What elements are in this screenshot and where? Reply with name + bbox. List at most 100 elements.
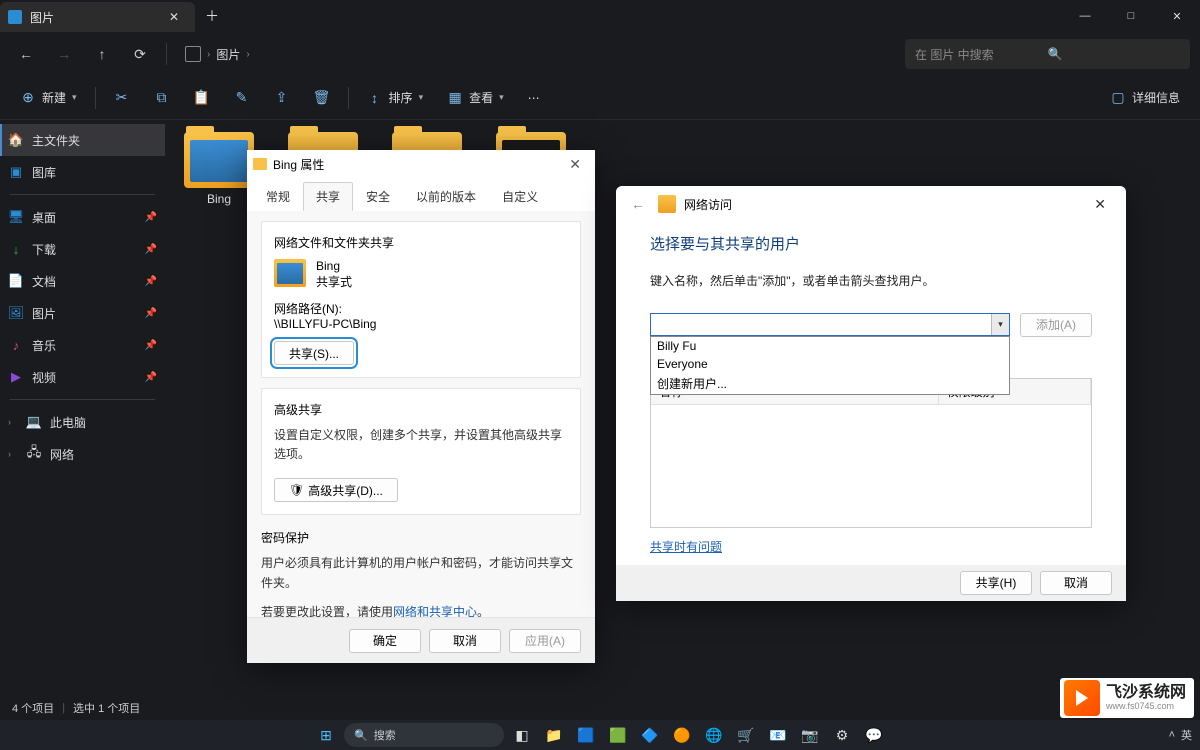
paste-button[interactable]: 📋 [184,82,220,114]
maximize-button[interactable]: □ [1108,0,1154,32]
taskbar-app[interactable]: 🌐 [700,722,728,748]
taskbar-app[interactable]: 🟦 [572,722,600,748]
windows-icon: ⊞ [320,727,332,744]
address-bar[interactable]: › 图片 › [177,46,899,63]
item-count: 4 个项目 [12,700,54,716]
sidebar-item-gallery[interactable]: ▣图库 [0,156,165,188]
back-button[interactable]: ← [10,38,42,70]
dropdown-option[interactable]: Billy Fu [651,337,1009,355]
cancel-button[interactable]: 取消 [429,629,501,653]
share-icon: ⇪ [274,90,290,106]
advanced-share-button[interactable]: 🛡高级共享(D)... [274,478,398,502]
dialog-breadcrumb: 网络访问 [684,196,732,213]
pin-icon: 📌 [145,244,157,255]
sidebar-item-pictures[interactable]: 🖼图片📌 [0,297,165,329]
sidebar-item-music[interactable]: ♪音乐📌 [0,329,165,361]
permission-list[interactable]: 名称 权限级别 [650,378,1092,528]
dropdown-list: Billy Fu Everyone 创建新用户... [650,336,1010,395]
window-tab[interactable]: 图片 ✕ [0,2,195,32]
chevron-right-icon: › [207,49,210,60]
window-close-button[interactable]: ✕ [1154,0,1200,32]
taskbar-app[interactable]: 📧 [764,722,792,748]
tray-chevron-icon[interactable]: ˄ [1169,729,1175,741]
user-input[interactable] [650,313,1010,336]
sort-button[interactable]: ↕ 排序 ▾ [357,82,434,114]
trash-icon: 🗑 [314,90,330,106]
taskbar-app[interactable]: 🟠 [668,722,696,748]
gallery-icon: ▣ [8,164,24,180]
folder-name-label: Bing [316,259,352,273]
sidebar-item-network[interactable]: ›🖧网络 [0,438,165,470]
tab-title: 图片 [30,9,163,26]
trouble-link[interactable]: 共享时有问题 [650,540,722,554]
share-button[interactable]: ⇪ [264,82,300,114]
network-icon: 🖧 [26,446,42,462]
advanced-desc: 设置自定义权限，创建多个共享，并设置其他高级共享选项。 [274,426,568,464]
sidebar-item-thispc[interactable]: ›💻此电脑 [0,406,165,438]
rename-button[interactable]: ✎ [224,82,260,114]
minimize-button[interactable]: — [1062,0,1108,32]
new-tab-button[interactable]: ＋ [195,2,229,30]
tab-previous[interactable]: 以前的版本 [403,182,489,211]
desktop-icon: 🖥 [8,209,24,225]
videos-icon: ▶ [8,369,24,385]
dialog-titlebar[interactable]: Bing 属性 ✕ [247,150,595,178]
delete-button[interactable]: 🗑 [304,82,340,114]
search-input[interactable]: 在 图片 中搜索 🔍 [905,39,1190,69]
network-center-link[interactable]: 网络和共享中心 [393,605,477,617]
taskbar-search[interactable]: 🔍搜索 [344,723,504,747]
view-button[interactable]: ▦ 查看 ▾ [437,82,514,114]
tab-security[interactable]: 安全 [353,182,403,211]
dialog-close-button[interactable]: ✕ [561,154,589,175]
taskbar-app[interactable]: 💬 [860,722,888,748]
sidebar-item-home[interactable]: 🏠主文件夹 [0,124,165,156]
sidebar-item-desktop[interactable]: 🖥桌面📌 [0,201,165,233]
watermark: 飞沙系统网 www.fs0745.com [1060,678,1194,718]
share-confirm-button[interactable]: 共享(H) [960,571,1032,595]
dialog-close-button[interactable]: ✕ [1084,192,1116,217]
start-button[interactable]: ⊞ [312,722,340,748]
task-view-button[interactable]: ◧ [508,722,536,748]
user-combobox[interactable]: ▾ Billy Fu Everyone 创建新用户... [650,313,1010,337]
dropdown-option[interactable]: 创建新用户... [651,373,1009,394]
up-button[interactable]: ↑ [86,38,118,70]
copy-button[interactable]: ⧉ [144,82,180,114]
tab-general[interactable]: 常规 [253,182,303,211]
nav-toolbar: ← → ↑ ⟳ › 图片 › 在 图片 中搜索 🔍 [0,32,1200,76]
taskbar-app[interactable]: 📁 [540,722,568,748]
dropdown-option[interactable]: Everyone [651,355,1009,373]
tab-customize[interactable]: 自定义 [489,182,551,211]
ok-button[interactable]: 确定 [349,629,421,653]
new-button[interactable]: ⊕ 新建 ▾ [10,82,87,114]
sidebar-item-videos[interactable]: ▶视频📌 [0,361,165,393]
group-heading: 高级共享 [274,401,568,418]
password-desc: 用户必须具有此计算机的用户帐户和密码，才能访问共享文件夹。 [261,554,581,592]
sidebar-item-documents[interactable]: 📄文档📌 [0,265,165,297]
taskbar-app[interactable]: 📷 [796,722,824,748]
taskbar-app[interactable]: ⚙ [828,722,856,748]
taskbar-app[interactable]: 🔷 [636,722,664,748]
sidebar-item-downloads[interactable]: ↓下载📌 [0,233,165,265]
details-pane-button[interactable]: ▢ 详细信息 [1100,82,1190,114]
cut-button[interactable]: ✂ [104,82,140,114]
refresh-button[interactable]: ⟳ [124,38,156,70]
cancel-button[interactable]: 取消 [1040,571,1112,595]
chevron-right-icon: › [8,449,18,459]
more-button[interactable]: ⋯ [518,82,550,114]
apply-button[interactable]: 应用(A) [509,629,581,653]
dropdown-button[interactable]: ▾ [991,314,1009,335]
tab-close-button[interactable]: ✕ [163,8,185,26]
dialog-tabs: 常规 共享 安全 以前的版本 自定义 [247,178,595,211]
share-button[interactable]: 共享(S)... [274,341,354,365]
path-segment[interactable]: 图片 [216,46,240,63]
command-bar: ⊕ 新建 ▾ ✂ ⧉ 📋 ✎ ⇪ 🗑 ↕ 排序 ▾ ▦ 查看 ▾ ⋯ ▢ 详细信… [0,76,1200,120]
titlebar: 图片 ✕ ＋ — □ ✕ [0,0,1200,32]
taskbar-app[interactable]: 🟩 [604,722,632,748]
add-button[interactable]: 添加(A) [1020,313,1092,337]
tab-sharing[interactable]: 共享 [303,182,353,211]
ime-indicator[interactable]: 英 [1181,727,1192,743]
taskbar-app[interactable]: 🛒 [732,722,760,748]
folder-icon [184,132,254,188]
back-button[interactable]: ← [626,192,650,216]
location-icon [185,46,201,62]
